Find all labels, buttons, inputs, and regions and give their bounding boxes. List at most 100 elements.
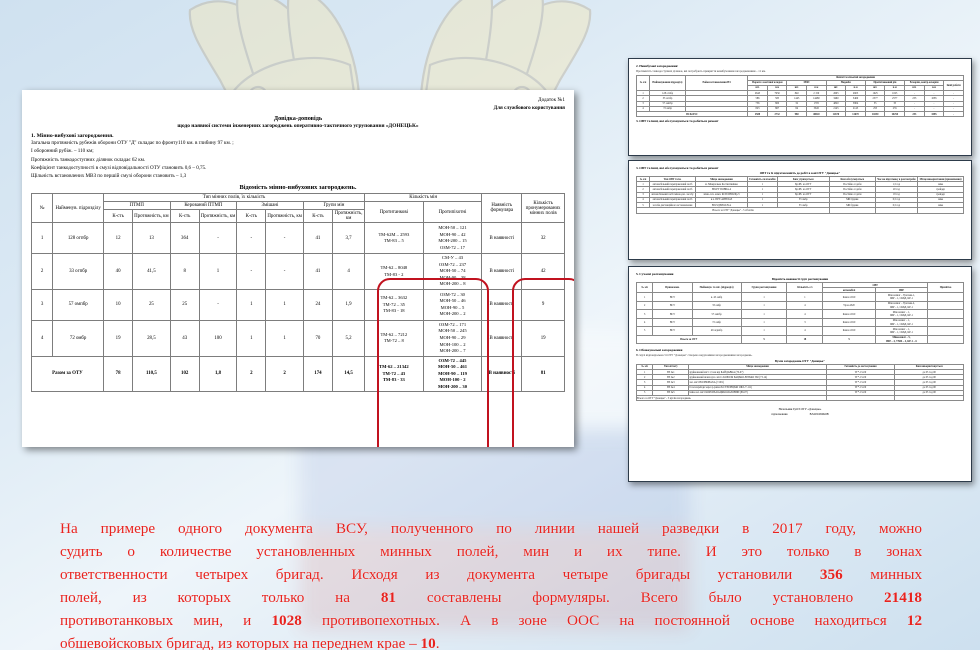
table-row: 3 57 омпбр 10 25 25-1 1 24 1,9 ТМ-62 – 3632 ТМ-72… [30, 288, 565, 321]
cell-total-antipersonnel: ОЗМ-72 – 445 МОН-50 – 461 МОН-90 – 119 МОН-… [422, 355, 483, 393]
t3a-cell-6: Мінозахват – 1, ІМР – 1, СКБД, КР-1 [874, 317, 929, 328]
cell-antipersonnel: ОЗМ-72 – 30 МОН-50 – 46 МОН-90 – 5 МОН-200 … [422, 288, 483, 321]
t3a-cell-6: Мінозахват – Урагани-2, ІМР – 1, СКБД, КР… [874, 300, 929, 311]
t1-sum-row: ВСЬОГО: 2588 2732 980 48020 12670 12670 10250 10… [635, 111, 964, 118]
table-row: 2 33 огпбр 40 41,5 8 1- -41 4 ТМ-62 – 8048 ТМ-83 … [30, 253, 565, 290]
t2-heading-preview: 3. ОВТ та інші, які обслуговуються та ро… [636, 119, 719, 124]
t3-caption-b: Вузли загороджень ОТУ "Донецьк" [774, 358, 826, 363]
t1-sum-7: 10250 [884, 111, 906, 118]
caption-line-0: На примере одного документа ВСУ, получен… [60, 520, 923, 537]
caption-line-2: ответственности четырех бригад. Исходя и… [60, 565, 923, 583]
cell-ptmp_km: 13 [132, 222, 171, 255]
cell-ker_km: - [198, 222, 238, 255]
t3a-cell-0: 1 [635, 292, 654, 302]
cell-mix_n: 1 [236, 288, 267, 321]
t3a-cell-3: 1 [740, 292, 788, 302]
t3a-cell-5: Урал-4320 [822, 300, 876, 311]
cell-antitank: ТМ-62 – 3632 ТМ-72 – 35 ТМ-83 - 18 [364, 288, 424, 321]
th-sub-2-0: К-сть [236, 209, 267, 224]
cell-formular: В наявності [481, 222, 523, 255]
th-mine-1: Протипіхотні [422, 201, 483, 224]
cell-total-grp_n: 174 [302, 355, 334, 393]
cell-total-ker_n: 102 [169, 355, 200, 393]
cell-ptmp_km: 25 [132, 288, 171, 321]
th-sub-3-0: К-сть [302, 209, 334, 224]
t3b-sum-label: Всього за ОТУ "Донецьк" - 5 вузлів загор… [636, 395, 827, 402]
cell-grp_km: 4 [332, 253, 366, 290]
cell-ker_n: 8 [169, 253, 200, 290]
t3a-row: 2 ВСУ 33 омбр 1 4 Урал-4320 Мінозахват – Урага… [635, 300, 964, 311]
t3a-cell-7 [927, 309, 964, 319]
t3a-cell-7 [927, 292, 964, 302]
cell-ker_n: 43 [169, 319, 200, 357]
cell-antipersonnel: ОЗМ-72 – 171 МОН-50 – 245 МОН-90 – 29 МОН-1… [422, 319, 483, 357]
caption-highlight: 1028 [271, 611, 302, 629]
document-subtitle: щодо наявної системи інженерних загородж… [177, 123, 419, 130]
cell-unit: 33 огпбр [52, 253, 104, 290]
t2-heading: 3. ОВТ та інші, які обслуговуються та ро… [636, 166, 719, 170]
cell-antipersonnel: СМ-У – 43 ОЗМ-72 – 237 МОН-50 – 74 МОН-90 –… [422, 253, 483, 290]
annex-label: Додаток №1 [538, 97, 565, 103]
t3a-row: 4 ВСУ 72 омбр 1 3 Камаз 4310 Мінозахват – 1, ІМ… [635, 317, 964, 328]
table-caption: Відомість мінно-вибухових загороджень. [239, 184, 357, 192]
th-mine-count: Кількість мін [364, 193, 483, 203]
cell-num: 4 [30, 319, 54, 357]
signature-name: В.М.ПОЛЯКОВ [809, 413, 829, 417]
t3a-sum-0: 5 [740, 334, 788, 345]
t3a-cell-6: Мінозахват – Урагани-1, ІМР – 1, СКБД, КР… [874, 292, 929, 302]
document-line-0: Загальна протяжність рубежів оборони ОТУ… [31, 140, 234, 147]
t3a-cell-1: ВСУ [652, 317, 693, 328]
cell-ptmp_n: 12 [102, 222, 134, 255]
t1-sum-2: 980 [786, 111, 807, 118]
t3b-sum-row: Всього за ОТУ "Донецьк" - 5 вузлів загор… [636, 395, 964, 402]
cell-formular: В наявності [481, 253, 523, 290]
th-field-types: Тип мінних полів, їх кількість [102, 193, 366, 203]
t1-sum-5: 12670 [845, 111, 866, 118]
th-type-1: Керований ПТМП [169, 201, 238, 211]
signature-block: Начальник ГрОЗ ОТУ «Донецьк» підполковни… [636, 407, 964, 417]
t3a-cell-4: 4 [786, 326, 824, 336]
th-num: № [30, 193, 54, 224]
t3a-cell-3: 1 [740, 309, 788, 319]
cell-mix_n: - [236, 253, 267, 290]
t1-heading: 2. Невибухові загородження: [636, 64, 679, 68]
caption-line-1: судить о количестве установленных минных… [60, 542, 923, 560]
t3a-th-unit: Найменув. та міс. (підрозділ) [691, 281, 742, 294]
t3a-cell-3: 1 [740, 317, 788, 328]
th-sub-2-1: Протяжність, км [265, 209, 304, 224]
t3a-cell-1: ВСУ [652, 326, 693, 336]
cell-unit: 72 омбр [52, 319, 104, 357]
t3a-cell-0: 3 [635, 309, 654, 319]
t3-caption-a: Відомість наявності груп розташування [771, 277, 829, 281]
t1-table: № з/п Найменування підрозділу Район вста… [635, 74, 964, 118]
cell-unit: 128 огпбр [52, 222, 104, 255]
t3a-sum-label: Всього за ОТУ [636, 334, 742, 345]
cell-antitank: ТМ-62М – 2593 ТМ-83 – 5 [364, 222, 424, 255]
th-mine-0: Протитанкові [364, 201, 424, 224]
cell-ker_km: 1 [198, 253, 238, 290]
caption-highlight: 356 [819, 565, 843, 583]
t3a-cell-2: 46 огдшбр [691, 326, 742, 336]
t3a-cell-4: 4 [786, 309, 824, 319]
thumbnail-document-2: 3. ОВТ та інші, які обслуговуються та ро… [628, 160, 972, 260]
cell-grp_n: 70 [302, 319, 334, 357]
t3a-cell-5: Камаз 4310 [822, 317, 876, 328]
mine-obstacles-table: № Найменув. підрозділу Тип мінних полів,… [30, 193, 565, 393]
caption-highlight: 12 [906, 611, 923, 629]
t1-th-area: Район встановлення НЗ [685, 74, 749, 92]
t3a-cell-6: Мінозахват – 1, ІМР – 1, СКБД, КР-1 [874, 309, 929, 319]
t1-sum-6: 10250 [864, 111, 886, 118]
cell-grp_n: 41 [302, 253, 334, 290]
document-line-4: Щільність встановлених МВЗ по першій сму… [31, 173, 187, 180]
t1-sum-label: ВСЬОГО: [635, 111, 749, 118]
signature-title: Начальник ГрОЗ ОТУ «Донецьк» [778, 407, 822, 412]
t3a-cell-2: в. 45 омбр [691, 292, 742, 302]
cell-grp_n: 24 [302, 288, 334, 321]
cell-mix_n: - [236, 222, 267, 255]
cell-total-ker_km: 1,8 [198, 355, 238, 393]
cell-num: 3 [30, 288, 54, 321]
cell-total-mix_n: 2 [236, 355, 267, 393]
t2-caption: ОВТ та їх підготовленість до робіт в зон… [759, 171, 841, 175]
t1-sum-4: 12670 [825, 111, 847, 118]
table-head: № Найменув. підрозділу Тип мінних полів,… [30, 193, 565, 224]
